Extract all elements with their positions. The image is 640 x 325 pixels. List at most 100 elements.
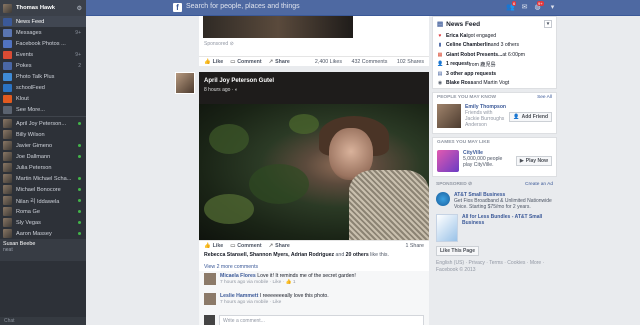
likes-and: and [334, 252, 346, 258]
view-more-comments-link[interactable]: View 2 more comments [199, 260, 429, 271]
app-icon [3, 50, 12, 59]
chat-friend[interactable]: Billy Wilson [0, 129, 86, 140]
sidebar-item[interactable]: Photo Talk Plus [0, 71, 86, 82]
chevron-down-icon[interactable]: ▾ [544, 20, 552, 28]
thumb-icon: 👍 [204, 58, 211, 65]
footer-links[interactable]: English (US) · Privacy · Terms · Cookies… [432, 258, 557, 276]
commenter-avatar[interactable] [204, 293, 216, 305]
comments-count[interactable]: 432 Comments [352, 59, 388, 65]
like-button[interactable]: 👍 Like [204, 59, 223, 65]
chat-bar[interactable]: Chat [0, 317, 86, 325]
post-timestamp[interactable]: 8 hours ago · ◐ [204, 87, 238, 93]
sponsored-section: Sponsored ⊘ Create an Ad AT&T Small Busin… [432, 180, 557, 276]
sidebar-item[interactable]: Messages 9+ [0, 27, 86, 38]
comment-meta[interactable]: 7 hours ago via mobile · Like · 👍 1 [220, 280, 356, 285]
share-button[interactable]: ↗ Share [269, 243, 290, 249]
ticker-item[interactable]: ▦ Giant Robot Presents... at 6:00pm [433, 50, 556, 60]
sidebar-item[interactable]: Facebook Photos ... [0, 38, 86, 49]
friend-avatar [3, 218, 12, 227]
add-friend-button[interactable]: 👤 Add Friend [509, 112, 552, 122]
comment-label: Comment [237, 58, 262, 65]
friend-avatar [3, 196, 12, 205]
create-ad-link[interactable]: Create an Ad [525, 182, 553, 188]
suggestion-avatar[interactable] [437, 104, 461, 128]
shares-count[interactable]: 102 Shares [397, 59, 424, 65]
post-author-avatar[interactable] [175, 72, 195, 94]
like-page-button[interactable]: Like This Page [436, 246, 480, 256]
play-now-button[interactable]: ▶ Play Now [515, 156, 552, 166]
friend-name: Sly Vegas [16, 219, 41, 226]
share-button[interactable]: ↗ Share [269, 59, 290, 65]
online-indicator-icon [78, 166, 81, 169]
chat-friend[interactable]: Joe Dallmann [0, 151, 86, 162]
comment-button[interactable]: ▭ Comment [230, 243, 261, 249]
chat-friend[interactable]: Nilan 리 Iddawela [0, 195, 86, 206]
chat-friend[interactable]: Sly Vegas [0, 217, 86, 228]
like-button[interactable]: 👍 Like [204, 243, 223, 249]
sidebar-item[interactable]: Pokes 2 [0, 60, 86, 71]
friend-name: Joe Dallmann [16, 153, 51, 160]
ticker-item[interactable]: ◉ Blake Ross and Martin Vogt [433, 79, 556, 89]
sidebar-profile[interactable]: Thomas Hawk ⚙ [0, 0, 86, 16]
chat-friend[interactable]: Javier Gimeno [0, 140, 86, 151]
friend-name: Roma Ge [16, 208, 40, 215]
likes-count[interactable]: 2,400 Likes [315, 59, 342, 65]
chat-friend[interactable]: Roma Ge [0, 206, 86, 217]
online-indicator-icon [78, 144, 81, 147]
ad-item[interactable]: All for Less Bundles - AT&T Small Busine… [432, 212, 557, 244]
friend-avatar [3, 152, 12, 161]
facebook-logo-icon[interactable]: f [173, 3, 182, 12]
ticker-item[interactable]: ♥ Erica Kai got engaged [433, 31, 556, 41]
chat-friend[interactable]: Michael Bonocore [0, 184, 86, 195]
commenter-name[interactable]: Leslie Hammett [220, 293, 258, 299]
sidebar-item[interactable]: See More... [0, 104, 86, 115]
commenter-avatar[interactable] [204, 273, 216, 285]
ad-title[interactable]: All for Less Bundles - AT&T Small Busine… [462, 214, 553, 226]
commenter-name[interactable]: Micaela Flores [220, 273, 256, 279]
app-icon [3, 28, 12, 37]
post-photo[interactable] [199, 104, 429, 240]
sidebar-item-label: News Feed [16, 18, 45, 25]
left-sidebar: Thomas Hawk ⚙ News Feed Messages 9+ Faceboo… [0, 0, 86, 325]
friend-name: Michael Bonocore [16, 186, 61, 193]
friend-name: Martin Michael Scha... [16, 175, 72, 182]
pymk-suggestion: Emily Thompson Friends with Jackie Burrou… [433, 103, 556, 133]
ad-item[interactable]: AT&T Small Business Get Fios Broadband & … [432, 190, 557, 212]
likes-others[interactable]: 20 others [346, 252, 369, 258]
search-input[interactable]: Search for people, places and things [186, 3, 300, 10]
chevron-down-icon[interactable]: ▾ [548, 3, 557, 12]
sidebar-item[interactable]: News Feed [0, 16, 86, 27]
see-all-link[interactable]: See All [537, 95, 552, 101]
pymk-header: People You May Know See All [433, 93, 556, 103]
chat-friend[interactable]: Aaron Massey [0, 228, 86, 239]
pymk-title: People You May Know [437, 95, 497, 100]
add-friend-label: Add Friend [521, 114, 548, 120]
sponsored-header: Sponsored ⊘ Create an Ad [432, 180, 557, 190]
sidebar-item[interactable]: schoolFeed [0, 82, 86, 93]
sponsored-title: Sponsored ⊘ [436, 182, 473, 187]
comment-input[interactable]: Write a comment... [219, 314, 424, 325]
post-author-name[interactable]: April Joy Peterson Gutel [204, 78, 274, 84]
chat-message-preview[interactable]: Susan Beebe neat [0, 239, 86, 261]
comment-button[interactable]: ▭ Comment [230, 59, 261, 65]
shares-count[interactable]: 1 Share [405, 243, 424, 249]
sidebar-item[interactable]: Events 9+ [0, 49, 86, 60]
friend-avatar [3, 185, 12, 194]
comment-meta[interactable]: 7 hours ago via mobile · Like [220, 300, 329, 305]
previous-post-photo[interactable] [203, 16, 353, 38]
likers-names[interactable]: Rebecca Stansell, Shannon Myers, Adrian … [204, 252, 334, 258]
chat-friend[interactable]: Julia Peterson [0, 162, 86, 173]
cityville-icon[interactable] [437, 150, 459, 172]
sidebar-item[interactable]: Klout [0, 93, 86, 104]
chat-friend[interactable]: April Joy Peterson... [0, 118, 86, 129]
gear-icon[interactable]: ⚙ [77, 5, 82, 12]
ticker-item[interactable]: ▮ Celine Chamberlin and 3 others [433, 41, 556, 51]
chat-friend[interactable]: Martin Michael Scha... [0, 173, 86, 184]
messages-icon[interactable]: ✉ [520, 3, 529, 12]
ticker-item[interactable]: 👤 1 request from 鹿児島 [433, 60, 556, 70]
ticker-text: got engaged [467, 32, 497, 39]
ticker-item[interactable]: ▤ 3 other app requests [433, 69, 556, 79]
friend-requests-badge: 6 [512, 1, 517, 6]
profile-name: Thomas Hawk [16, 5, 55, 11]
play-now-label: Play Now [525, 158, 548, 164]
